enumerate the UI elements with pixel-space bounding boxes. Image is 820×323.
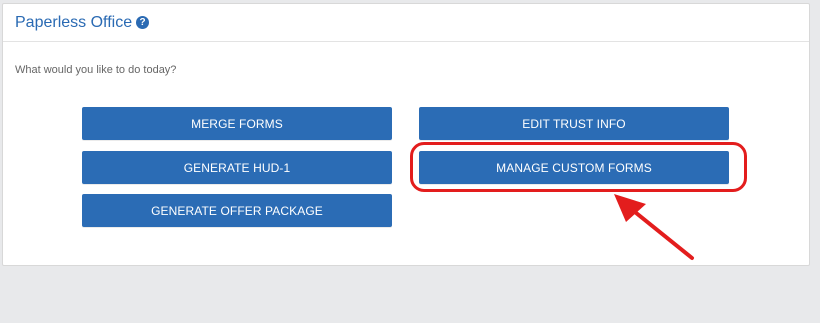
merge-forms-button[interactable]: MERGE FORMS <box>82 107 392 140</box>
generate-offer-package-button[interactable]: GENERATE OFFER PACKAGE <box>82 194 392 227</box>
edit-trust-info-button[interactable]: EDIT TRUST INFO <box>419 107 729 140</box>
help-icon[interactable]: ? <box>136 16 150 29</box>
panel-title: Paperless Office <box>15 13 133 31</box>
manage-custom-forms-button[interactable]: MANAGE CUSTOM FORMS <box>419 151 729 184</box>
generate-hud1-button[interactable]: GENERATE HUD-1 <box>82 151 392 184</box>
panel-header: Paperless Office ? <box>3 4 809 42</box>
prompt-text: What would you like to do today? <box>15 64 177 76</box>
